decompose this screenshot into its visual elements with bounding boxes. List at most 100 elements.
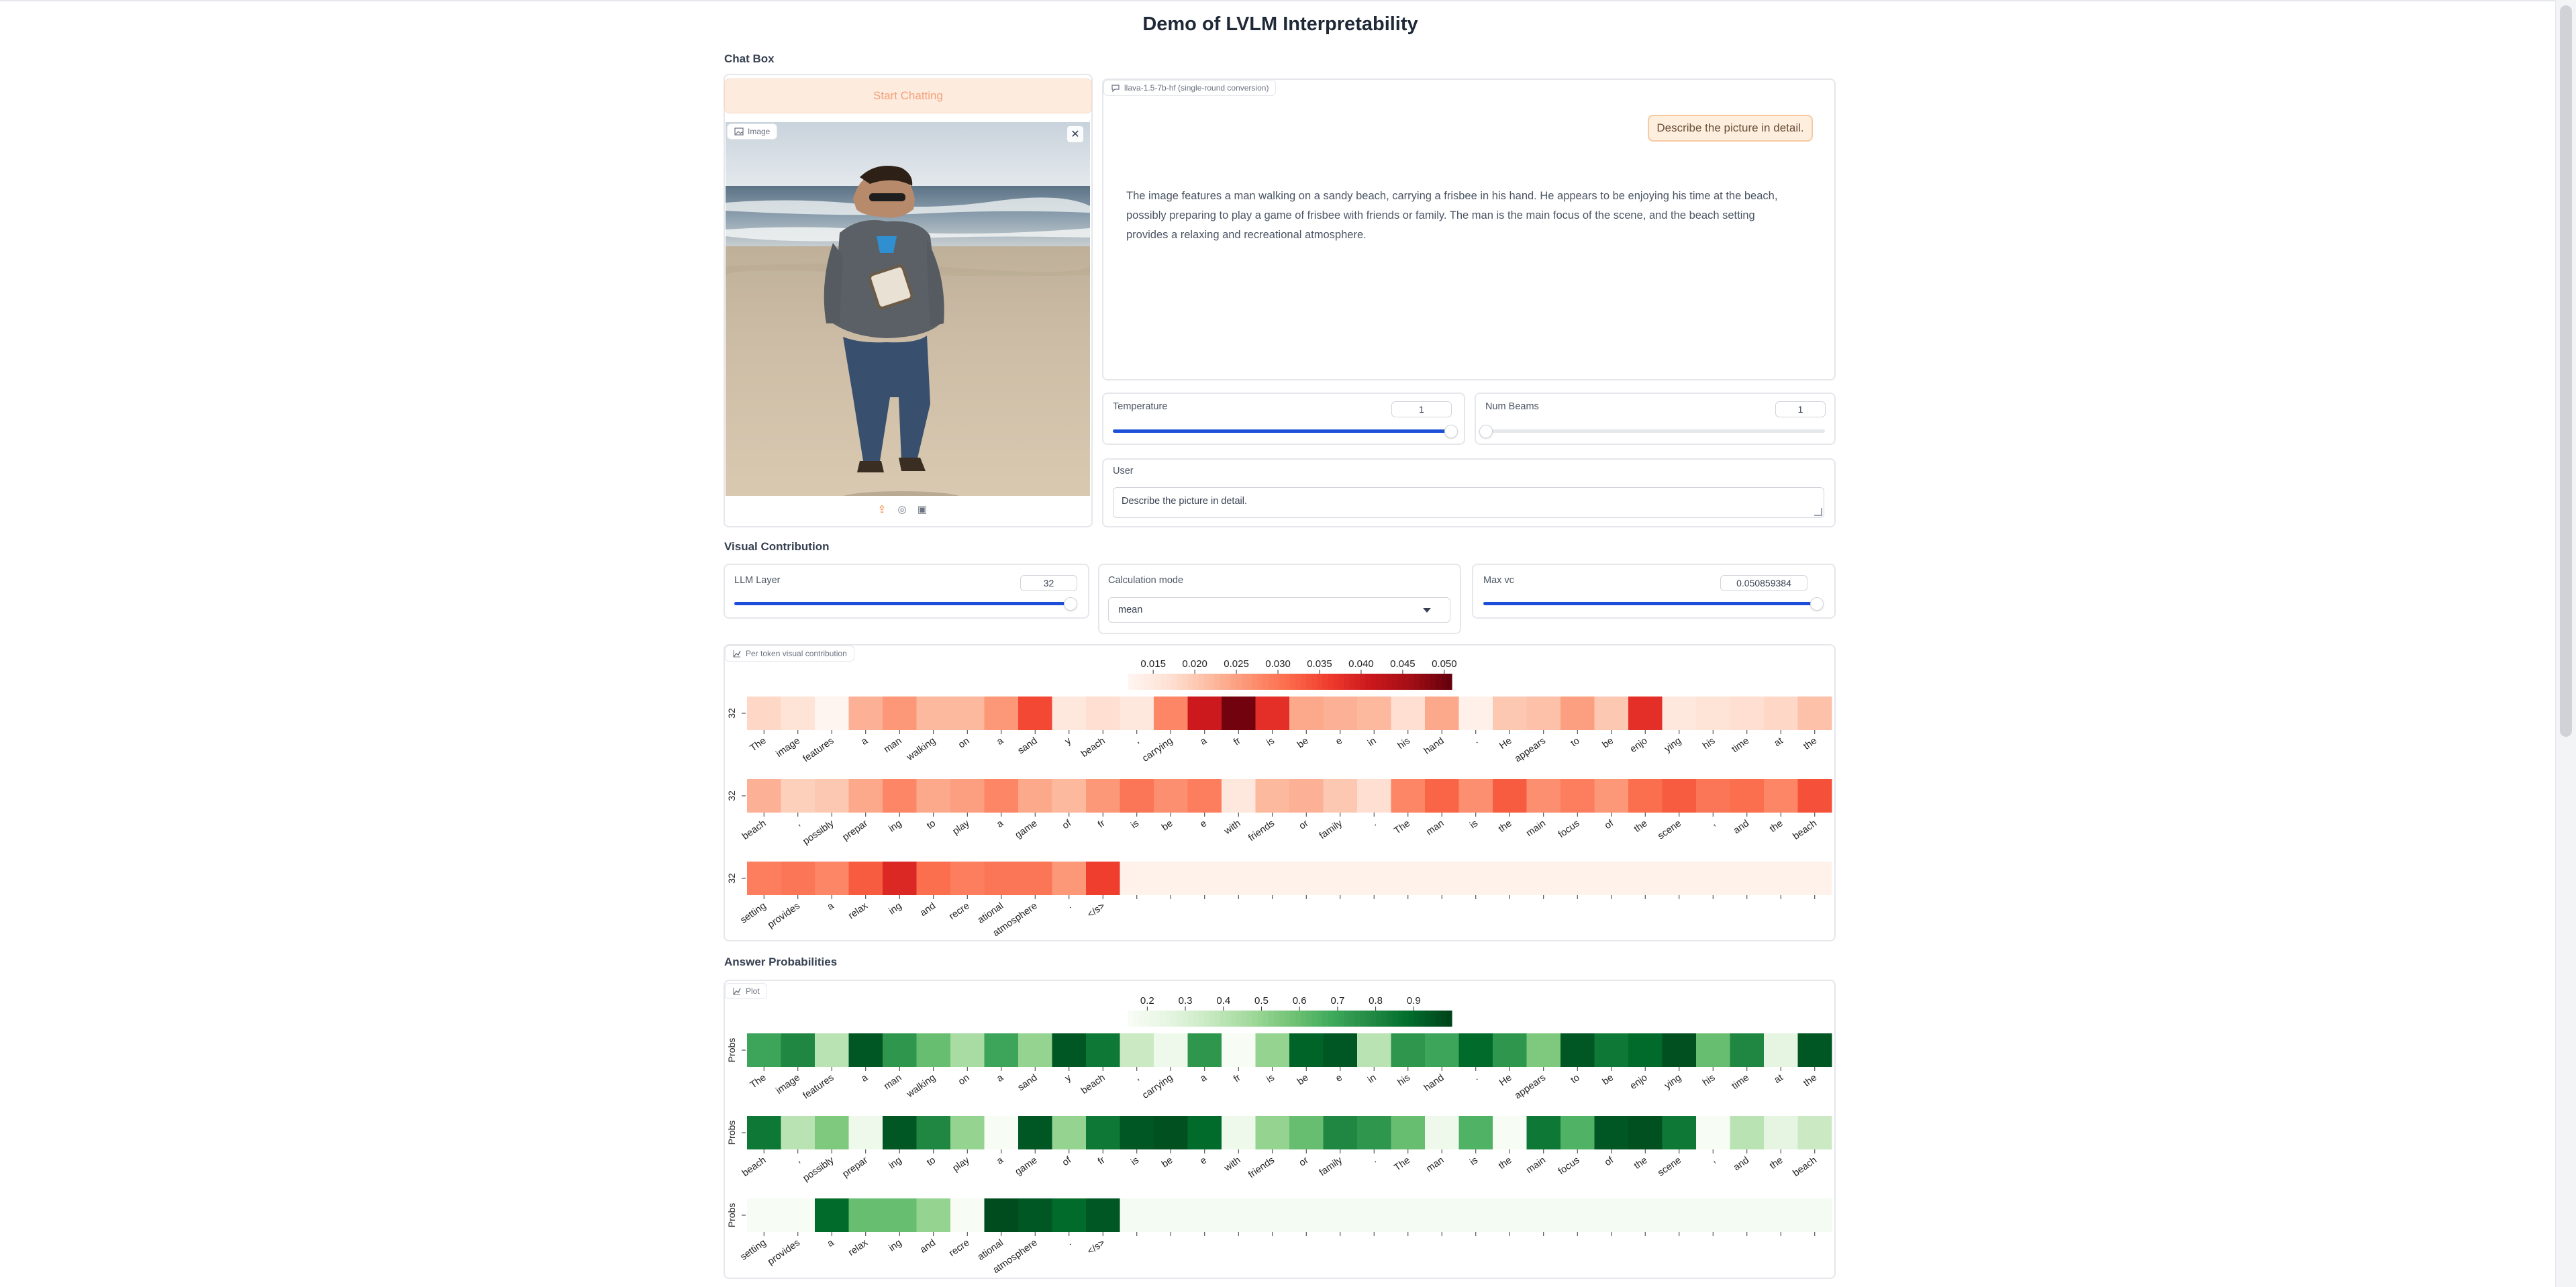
colorbar-segment: [1295, 674, 1301, 690]
heatmap-cell: [1696, 1033, 1730, 1067]
token-label: ,: [1709, 818, 1717, 828]
token-label: hand: [1422, 1072, 1446, 1094]
start-chatting-button[interactable]: Start Chatting: [724, 79, 1092, 113]
heatmap-cell: [1391, 862, 1426, 895]
token-label: and: [918, 900, 938, 919]
num-beams-slider-handle[interactable]: [1479, 425, 1493, 438]
token-label: is: [1468, 1155, 1480, 1168]
heatmap-cell: [1662, 862, 1697, 895]
user-textarea[interactable]: Describe the picture in detail.: [1113, 487, 1824, 518]
colorbar-tick-label: 0.9: [1407, 995, 1421, 1007]
heatmap-cell: [1289, 697, 1324, 730]
colorbar-segment: [1144, 1011, 1150, 1027]
token-label: ying: [1663, 735, 1683, 754]
token-label: in: [1366, 735, 1378, 749]
heatmap-cell: [1391, 1198, 1426, 1232]
heatmap-cell: [1526, 1033, 1561, 1067]
heatmap-cell: [950, 1198, 985, 1232]
heatmap-cell: [1526, 779, 1561, 813]
token-label: man: [1424, 1155, 1446, 1174]
num-beams-input[interactable]: 1: [1775, 401, 1826, 417]
token-label: </s>: [1085, 900, 1107, 920]
heatmap-cell: [1797, 862, 1832, 895]
heatmap-cell: [1289, 1116, 1324, 1149]
resize-handle[interactable]: [1814, 508, 1822, 516]
token-label: relax: [846, 900, 871, 922]
heatmap-cell: [950, 862, 985, 895]
clear-image-button[interactable]: ✕: [1067, 126, 1083, 142]
colorbar-tick-label: 0.6: [1293, 995, 1307, 1007]
heatmap-cell: [1662, 1033, 1697, 1067]
colorbar-segment: [1166, 674, 1172, 690]
colorbar-segment: [1128, 1011, 1134, 1027]
token-label: provides: [766, 900, 802, 931]
temperature-slider[interactable]: [1113, 425, 1458, 438]
token-label: on: [956, 735, 971, 750]
heatmap-cell: [1052, 1033, 1087, 1067]
calculation-mode-dropdown[interactable]: mean: [1108, 597, 1450, 623]
heatmap-cell: [747, 779, 781, 813]
heatmap-cell: [1628, 697, 1663, 730]
scrollbar-thumb[interactable]: [2560, 5, 2572, 737]
max-vc-slider[interactable]: [1483, 597, 1824, 611]
token-label: focus: [1556, 1155, 1582, 1177]
heatmap-cell: [1730, 1198, 1765, 1232]
token-label: main: [1524, 1155, 1548, 1176]
token-label: and: [1732, 1155, 1751, 1173]
token-label: enjo: [1628, 735, 1650, 755]
colorbar-segment: [1241, 674, 1248, 690]
heatmap-cell: [781, 1198, 815, 1232]
num-beams-slider[interactable]: [1479, 425, 1825, 438]
heatmap-cell: [1052, 779, 1087, 813]
colorbar-segment: [1392, 674, 1399, 690]
token-label: walking: [904, 1072, 938, 1100]
webcam-icon[interactable]: ◎: [896, 503, 908, 515]
colorbar-segment: [1134, 674, 1140, 690]
heatmap-cell: [1187, 862, 1222, 895]
token-label: of: [1603, 818, 1616, 832]
token-label: hand: [1422, 735, 1446, 757]
token-label: .: [1065, 900, 1073, 911]
token-label: the: [1801, 1072, 1819, 1089]
colorbar-segment: [1171, 674, 1177, 690]
token-label: setting: [738, 900, 768, 926]
llm-layer-slider-handle[interactable]: [1064, 597, 1077, 611]
clipboard-icon[interactable]: ▣: [916, 503, 928, 515]
colorbar-segment: [1371, 674, 1377, 690]
heatmap-cell: [848, 779, 883, 813]
chevron-down-icon: [1423, 608, 1431, 613]
heatmap-cell: [883, 1116, 917, 1149]
image-label-badge: Image: [727, 123, 778, 140]
colorbar-segment: [1284, 674, 1291, 690]
heatmap-cell: [1493, 779, 1527, 813]
colorbar-tick-label: 0.015: [1140, 658, 1166, 670]
colorbar-segment: [1155, 1011, 1161, 1027]
heatmap-cell: [1696, 779, 1730, 813]
token-label: be: [1601, 1072, 1616, 1087]
heatmap-cell: [1323, 1198, 1358, 1232]
upload-icon[interactable]: ⇪: [876, 503, 888, 515]
row-label: 32: [726, 790, 737, 801]
heatmap-cell: [1187, 1116, 1222, 1149]
heatmap-cell: [1154, 779, 1188, 813]
token-label: his: [1701, 1072, 1717, 1088]
token-label: e: [1334, 1072, 1344, 1084]
heatmap-cell: [984, 862, 1019, 895]
heatmap-cell: [1797, 779, 1832, 813]
heatmap-cell: [815, 862, 849, 895]
temperature-input[interactable]: 1: [1391, 401, 1452, 417]
token-label: to: [925, 1155, 938, 1168]
temperature-slider-handle[interactable]: [1444, 425, 1458, 438]
token-label: .: [1370, 818, 1378, 828]
heatmap-cell: [1052, 862, 1087, 895]
page-scrollbar[interactable]: [2555, 0, 2576, 1287]
chatbot-label-badge: llava-1.5-7b-hf (single-round conversion…: [1103, 80, 1277, 96]
llm-layer-input[interactable]: 32: [1020, 575, 1077, 591]
heatmap-cell: [1662, 1116, 1697, 1149]
max-vc-input[interactable]: 0.050859384: [1720, 575, 1807, 591]
token-label: prepar: [841, 1155, 871, 1180]
max-vc-slider-handle[interactable]: [1810, 597, 1824, 611]
llm-layer-slider[interactable]: [734, 597, 1077, 611]
heatmap-cell: [1662, 779, 1697, 813]
colorbar-segment: [1424, 674, 1431, 690]
